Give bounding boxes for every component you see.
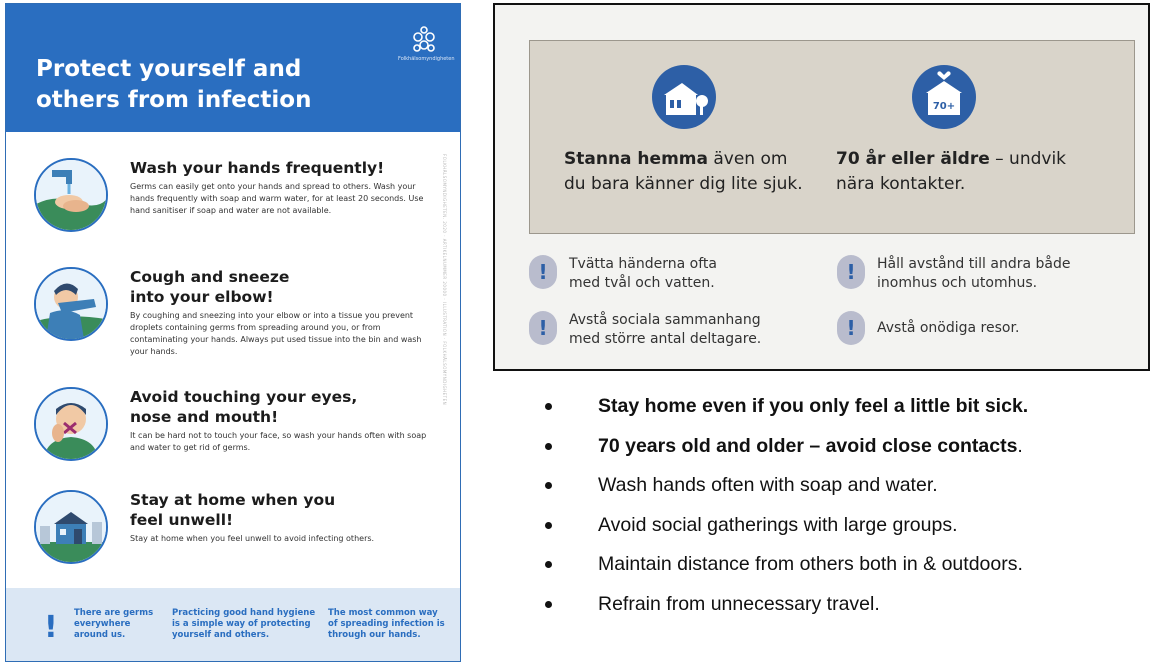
- bullet-item: Maintain distance from others both in & …: [540, 544, 1145, 584]
- footer-col-spread: The most common way of spreading infecti…: [328, 608, 445, 641]
- crown-logo-icon: [413, 26, 435, 52]
- swedish-guidance-panel: Stanna hemma även om du bara känner dig …: [493, 3, 1150, 371]
- tip-body: Germs can easily get onto your hands and…: [130, 182, 424, 215]
- elderly-rest: – undvik: [989, 149, 1067, 169]
- tip-body: Stay at home when you feel unwell to avo…: [130, 534, 375, 543]
- tip-title-line1: Avoid touching your eyes,: [130, 388, 358, 406]
- elderly-text: 70 år eller äldre – undvik nära kontakte…: [836, 147, 1066, 197]
- footer-col-germs: There are germs everywhere around us.: [74, 608, 153, 641]
- bullet-text: Refrain from unnecessary travel.: [598, 592, 880, 615]
- poster-title-line1: Protect yourself and: [36, 56, 302, 82]
- footer-line: through our hands.: [328, 630, 421, 640]
- bullet-item: Wash hands often with soap and water.: [540, 465, 1145, 505]
- exclamation-icon: !: [529, 311, 557, 345]
- alert-line1: Håll avstånd till andra både: [877, 256, 1071, 272]
- exclamation-icon: !: [529, 255, 557, 289]
- poster-title-line2: others from infection: [36, 87, 312, 113]
- footer-line: everywhere: [74, 619, 131, 629]
- footer-line: yourself and others.: [172, 630, 270, 640]
- tip-title: Cough and sneeze into your elbow!: [130, 267, 430, 307]
- bullet-text: Avoid social gatherings with large group…: [598, 513, 958, 536]
- bullet-dot-icon: [545, 482, 552, 490]
- alert-line2: med större antal deltagare.: [569, 331, 762, 347]
- translation-bullets: Stay home even if you only feel a little…: [540, 386, 1145, 624]
- stay-home-text: Stanna hemma även om du bara känner dig …: [564, 147, 803, 197]
- bullet-item: Avoid social gatherings with large group…: [540, 505, 1145, 545]
- tip-title-line1: Cough and sneeze: [130, 268, 290, 286]
- tip-title: Wash your hands frequently!: [130, 159, 385, 177]
- bullet-item: 70 years old and older – avoid close con…: [540, 426, 1145, 466]
- tip-body: By coughing and sneezing into your elbow…: [130, 311, 422, 356]
- bullet-item: Stay home even if you only feel a little…: [540, 386, 1145, 426]
- bullet-dot-icon: [545, 442, 552, 450]
- footer-line: There are germs: [74, 608, 154, 618]
- exclamation-icon: !: [837, 255, 865, 289]
- alert-line2: inomhus och utomhus.: [877, 275, 1038, 291]
- alert-line1: Tvätta händerna ofta: [569, 256, 717, 272]
- bullet-text: Maintain distance from others both in & …: [598, 553, 1023, 576]
- bullet-dot-icon: [545, 403, 552, 410]
- footer-line: of spreading infection is: [328, 619, 445, 629]
- bullet-dot-icon: [545, 600, 552, 608]
- cough-elbow-icon: [34, 267, 108, 341]
- tip-title: Avoid touching your eyes, nose and mouth…: [130, 387, 430, 427]
- tip-title: Stay at home when you feel unwell!: [130, 490, 430, 530]
- tip-title-line2: feel unwell!: [130, 511, 234, 529]
- agency-name: Folkhälsomyndigheten: [398, 56, 455, 62]
- stay-home-bold: Stanna hemma: [564, 149, 708, 169]
- bullet-text-rest: .: [1017, 434, 1023, 457]
- age-label: 70+: [933, 101, 955, 112]
- bullet-dot-icon: [545, 521, 552, 529]
- bullet-dot-icon: [545, 561, 552, 569]
- footer-line: is a simple way of protecting: [172, 619, 311, 629]
- stay-home-rest: även om: [707, 149, 788, 169]
- bullet-text: Stay home even if you only feel a little…: [598, 395, 1029, 417]
- poster-header: Protect yourself and others from infecti…: [6, 4, 460, 132]
- poster: Protect yourself and others from infecti…: [5, 3, 461, 662]
- alert-line2: med tvål och vatten.: [569, 275, 715, 291]
- alert-line1: Avstå sociala sammanhang: [569, 312, 761, 328]
- bullet-text-bold: 70 years old and older – avoid close con…: [598, 434, 1018, 457]
- footer-col-hygiene: Practicing good hand hygiene is a simple…: [172, 608, 315, 641]
- footer-line: Practicing good hand hygiene: [172, 608, 316, 618]
- elderly-line2: nära kontakter.: [836, 174, 966, 194]
- house-icon: [652, 65, 716, 129]
- elderly-house-icon: 70+: [912, 65, 976, 129]
- alert-line1: Avstå onödiga resor.: [877, 320, 1020, 336]
- tip-title-line1: Stay at home when you: [130, 491, 336, 509]
- poster-footer: ! There are germs everywhere around us. …: [6, 588, 460, 661]
- tip-title-line2: into your elbow!: [130, 288, 274, 306]
- side-code: FOLKHÄLSOMYNDIGHETEN. 2020 · ARTIKELNUMM…: [442, 154, 447, 406]
- bullet-item: Refrain from unnecessary travel.: [540, 584, 1145, 624]
- guidance-box: Stanna hemma även om du bara känner dig …: [529, 40, 1135, 234]
- tip-title-line2: nose and mouth!: [130, 408, 279, 426]
- footer-line: The most common way: [328, 608, 438, 618]
- handwashing-icon: [34, 158, 108, 232]
- house-icon: [34, 490, 108, 564]
- agency-logo: Folkhälsomyndigheten: [398, 24, 455, 63]
- footer-line: around us.: [74, 630, 126, 640]
- bullet-text: Wash hands often with soap and water.: [598, 474, 938, 497]
- exclamation-icon: !: [837, 311, 865, 345]
- tip-body: It can be hard not to touch your face, s…: [130, 431, 427, 452]
- stay-home-line2: du bara känner dig lite sjuk.: [564, 174, 803, 194]
- poster-title: Protect yourself and others from infecti…: [36, 54, 356, 116]
- face-touch-icon: [34, 387, 108, 461]
- exclamation-icon: !: [44, 610, 58, 645]
- elderly-bold: 70 år eller äldre: [836, 149, 990, 169]
